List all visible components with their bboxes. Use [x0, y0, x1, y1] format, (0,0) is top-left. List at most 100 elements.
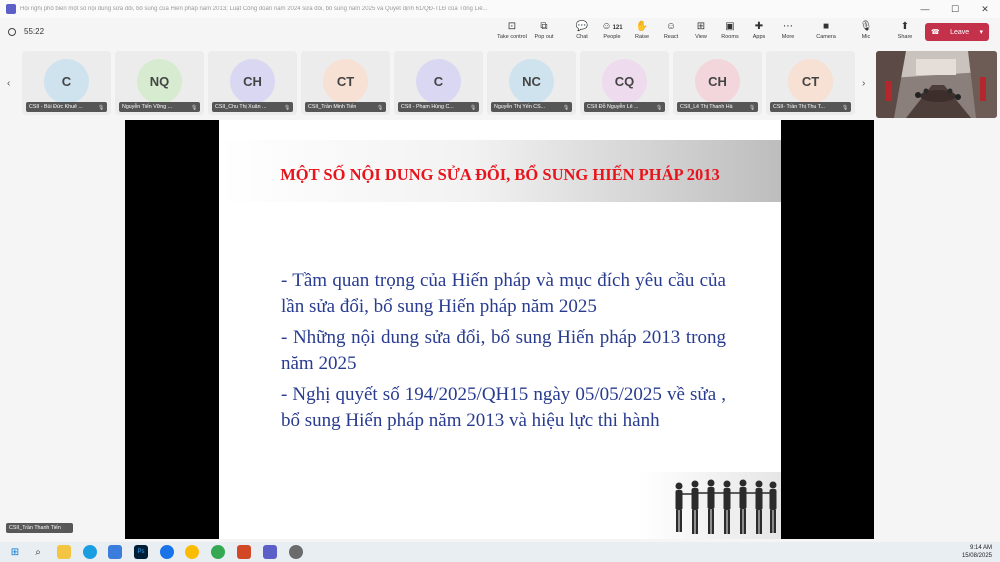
- mic-off-icon: 🎙: [377, 105, 384, 111]
- edge-icon[interactable]: [83, 545, 97, 559]
- participant-tile[interactable]: NC Nguyễn Thị Yến CS... 🎙: [487, 51, 576, 115]
- avatar: C: [44, 59, 89, 104]
- react-button[interactable]: ☺ React: [654, 20, 688, 48]
- participant-name: CSII Đỗ Nguyễn Lê ... 🎙: [584, 102, 665, 112]
- participant-tile[interactable]: CH CSII_Chu Thị Xuân ... 🎙: [208, 51, 297, 115]
- avatar: NQ: [137, 59, 182, 104]
- meeting-toolbar: 55:22 ⊡ Take control ⧉ Pop out 💬 Chat ☺1…: [0, 18, 1000, 48]
- camera-icon: ■: [822, 21, 830, 32]
- file-explorer-icon[interactable]: [57, 545, 71, 559]
- slide-bullet: - Nghị quyết số 194/2025/QH15 ngày 05/05…: [281, 384, 726, 431]
- mic-off-icon: 🎙: [191, 105, 198, 111]
- participant-tile[interactable]: C CSII - Phạm Hùng C... 🎙: [394, 51, 483, 115]
- pop-out-icon: ⧉: [540, 21, 548, 32]
- participant-tile[interactable]: CT CSII_Trần Minh Tiến 🎙: [301, 51, 390, 115]
- participant-name-text: Nguyễn Thị Yến CS...: [494, 104, 546, 110]
- share-icon: ⬆: [900, 21, 910, 32]
- windows-taskbar: ⊞ ⌕ Ps 9:14 AM 15/08/2025: [0, 542, 1000, 562]
- participant-name: CSII- Trần Thị Thu T... 🎙: [770, 102, 851, 112]
- teams-icon[interactable]: [263, 545, 277, 559]
- take-control-icon: ⊡: [507, 21, 517, 32]
- search-icon[interactable]: ⌕: [31, 545, 45, 559]
- app-icon[interactable]: [289, 545, 303, 559]
- participant-name-text: CSII_Trần Minh Tiến: [308, 104, 357, 110]
- window-titlebar: Hội nghị phổ biến một số nội dung sửa đổ…: [0, 0, 1000, 18]
- clock-time: 9:14 AM: [969, 545, 992, 551]
- participant-name: CSII_Trần Minh Tiến 🎙: [305, 102, 386, 112]
- slide-bullet: - Tầm quan trọng của Hiến pháp và mục đí…: [281, 270, 726, 317]
- teams-app-icon: [6, 4, 16, 14]
- leave-button[interactable]: ☎ Leave ▾: [925, 23, 989, 41]
- avatar: CT: [788, 59, 833, 104]
- mic-off-icon: 🎙: [98, 105, 105, 111]
- slide-title: MỘT SỐ NỘI DUNG SỬA ĐỔI, BỔ SUNG HIẾN PH…: [280, 165, 720, 184]
- chrome-icon[interactable]: [185, 545, 199, 559]
- close-window-button[interactable]: ✕: [970, 0, 1000, 18]
- participant-name: Nguyễn Thị Yến CS... 🎙: [491, 102, 572, 112]
- mic-off-icon: 🎙: [749, 105, 756, 111]
- chevron-left-icon[interactable]: ‹: [7, 78, 10, 89]
- people-button[interactable]: ☺121 People: [595, 20, 629, 48]
- avatar: CH: [230, 59, 275, 104]
- photoshop-icon[interactable]: Ps: [134, 545, 148, 559]
- participant-name-text: CSII- Trần Thị Thu T...: [773, 104, 825, 110]
- taskbar-clock[interactable]: 9:14 AM 15/08/2025: [962, 544, 992, 560]
- camera-button[interactable]: ■ Camera: [809, 20, 843, 48]
- hand-icon: ✋: [635, 21, 649, 32]
- mic-off-icon: 🎙: [842, 105, 849, 111]
- avatar: CQ: [602, 59, 647, 104]
- powerpoint-icon[interactable]: [237, 545, 251, 559]
- store-icon[interactable]: [108, 545, 122, 559]
- chevron-right-icon[interactable]: ›: [862, 78, 865, 89]
- chat-icon: 💬: [575, 21, 589, 32]
- avatar: CH: [695, 59, 740, 104]
- chat-button[interactable]: 💬 Chat: [565, 20, 599, 48]
- clock-date: 15/08/2025: [961, 553, 992, 559]
- mic-icon: 🎙: [859, 21, 873, 32]
- participant-tile[interactable]: CH CSII_Lê Thị Thanh Hà 🎙: [673, 51, 762, 115]
- avatar: NC: [509, 59, 554, 104]
- take-control-button[interactable]: ⊡ Take control: [495, 20, 529, 48]
- participant-name-text: CSII - Bùi Đức Khuê ...: [29, 104, 83, 110]
- mic-button[interactable]: 🎙 Mic: [849, 20, 883, 48]
- shield-icon: [8, 27, 16, 36]
- participant-name-text: CSII - Phạm Hùng C...: [401, 104, 454, 110]
- maximize-button[interactable]: ☐: [940, 0, 970, 18]
- window-title: Hội nghị phổ biến một số nội dung sửa đổ…: [20, 6, 488, 12]
- participant-tile[interactable]: C CSII - Bùi Đức Khuê ... 🎙: [22, 51, 111, 115]
- share-button[interactable]: ⬆ Share: [888, 20, 922, 48]
- mic-off-icon: 🎙: [284, 105, 291, 111]
- slide-bullets: - Tầm quan trọng của Hiến pháp và mục đí…: [281, 268, 726, 439]
- presentation-slide: MỘT SỐ NỘI DUNG SỬA ĐỔI, BỔ SUNG HIẾN PH…: [219, 120, 781, 539]
- people-count: 121: [612, 25, 623, 31]
- participant-tile[interactable]: NQ Nguyễn Tiến Vững ... 🎙: [115, 51, 204, 115]
- chrome-profile-icon[interactable]: [211, 545, 225, 559]
- more-icon: ⋯: [783, 21, 793, 32]
- grid-icon: ⊞: [696, 21, 706, 32]
- chevron-down-icon: ▾: [979, 29, 983, 36]
- more-button[interactable]: ⋯ More: [771, 20, 805, 48]
- participant-name: CSII - Bùi Đức Khuê ... 🎙: [26, 102, 107, 112]
- elapsed-time: 55:22: [24, 27, 45, 36]
- participant-name-text: Nguyễn Tiến Vững ...: [122, 104, 173, 110]
- minimize-button[interactable]: —: [910, 0, 940, 18]
- participant-name: CSII - Phạm Hùng C... 🎙: [398, 102, 479, 112]
- smiley-icon: ☺: [665, 21, 677, 32]
- shared-content-stage: MỘT SỐ NỘI DUNG SỬA ĐỔI, BỔ SUNG HIẾN PH…: [0, 118, 1000, 542]
- avatar: CT: [323, 59, 368, 104]
- participant-tile[interactable]: CQ CSII Đỗ Nguyễn Lê ... 🎙: [580, 51, 669, 115]
- pop-out-button[interactable]: ⧉ Pop out: [527, 20, 561, 48]
- room-camera-video[interactable]: [876, 51, 997, 118]
- mic-off-icon: 🎙: [470, 105, 477, 111]
- mic-off-icon: 🎙: [563, 105, 570, 111]
- self-view-label: CSII_Trần Thanh Tiến: [6, 523, 73, 533]
- participant-name: Nguyễn Tiến Vững ... 🎙: [119, 102, 200, 112]
- apps-icon: ✚: [754, 21, 764, 32]
- business-people-image: [639, 472, 781, 539]
- avatar: C: [416, 59, 461, 104]
- participant-tile[interactable]: CT CSII- Trần Thị Thu T... 🎙: [766, 51, 855, 115]
- participant-strip: ‹ › C CSII - Bùi Đức Khuê ... 🎙 NQ Nguyễn Ti…: [0, 48, 1000, 118]
- meet-icon[interactable]: [160, 545, 174, 559]
- mic-off-icon: 🎙: [656, 105, 663, 111]
- windows-start-icon[interactable]: ⊞: [8, 545, 22, 559]
